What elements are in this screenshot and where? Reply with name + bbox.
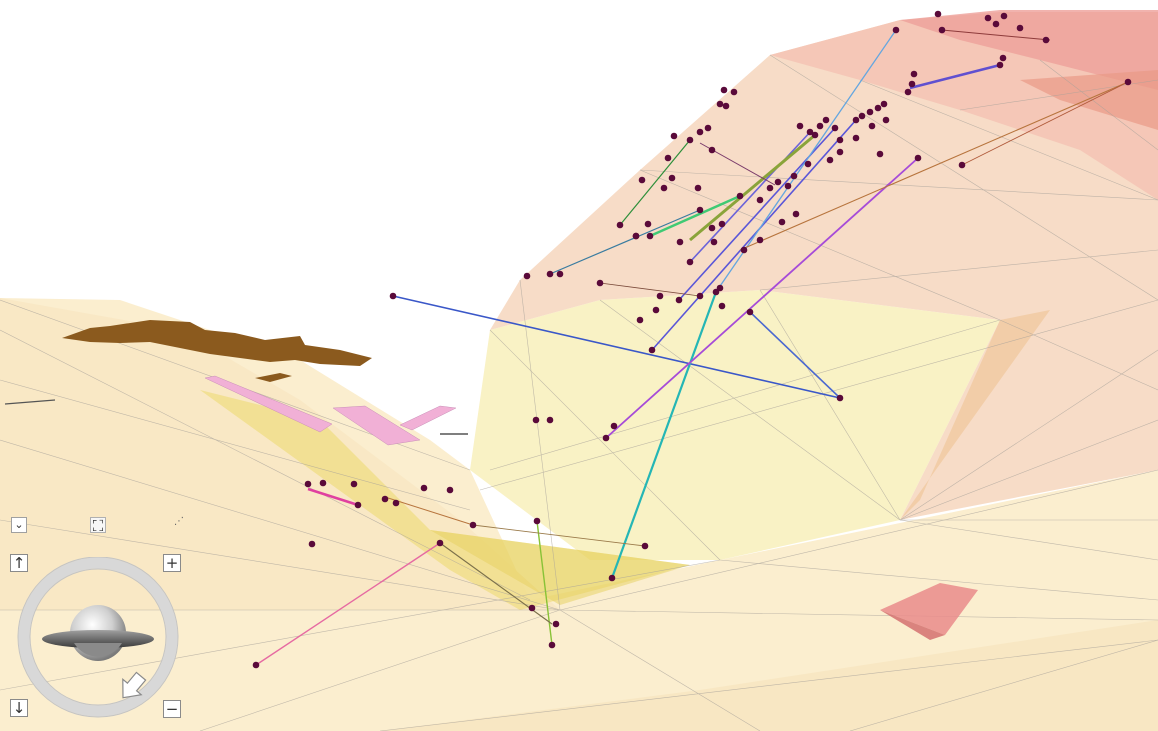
pink-block-3 — [399, 405, 457, 431]
full-extent-icon[interactable]: ⛶ — [90, 517, 106, 535]
navigation-wheel[interactable] — [14, 557, 182, 721]
navigator-menu-toggle[interactable]: ⌄ — [11, 517, 27, 533]
drag-handle-icon[interactable]: ⋰ — [172, 515, 186, 527]
